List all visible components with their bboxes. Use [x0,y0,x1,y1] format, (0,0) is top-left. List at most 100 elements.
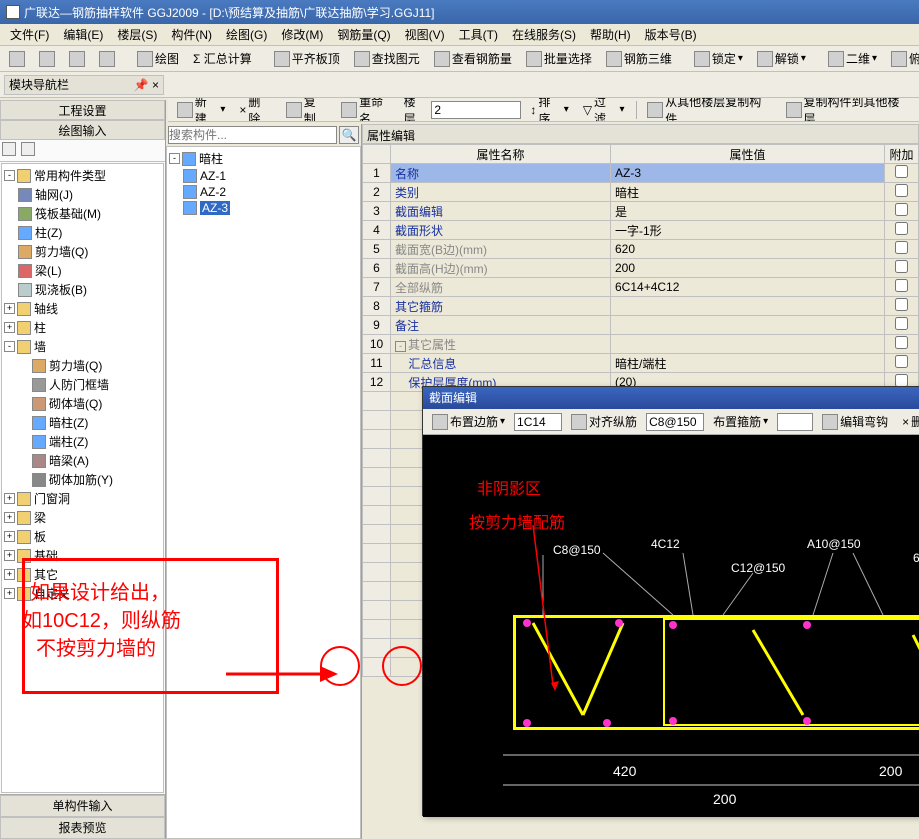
prop-value[interactable]: 620 [611,240,885,259]
prop-value[interactable]: 暗柱 [611,183,885,202]
edge-input[interactable] [514,413,562,431]
property-row[interactable]: 1名称AZ-3 [363,164,919,183]
collapse-icon[interactable]: - [4,341,15,352]
menu-version[interactable]: 版本号(B) [639,24,703,45]
expand-icon[interactable]: + [4,493,15,504]
tree-item[interactable]: 梁(L) [4,261,161,280]
property-row[interactable]: 6截面高(H边)(mm)200 [363,259,919,278]
expand-icon[interactable]: + [4,588,15,599]
draw-header[interactable]: 绘图输入 [0,120,165,140]
stirrup-input[interactable] [777,413,813,431]
tree-item[interactable]: 柱(Z) [4,223,161,242]
tb-lock[interactable]: 锁定▾ [689,47,748,70]
property-row[interactable]: 2类别暗柱 [363,183,919,202]
prop-extra[interactable] [885,240,919,259]
btn-align[interactable]: 对齐纵筋 [566,410,642,433]
menu-online[interactable]: 在线服务(S) [506,24,582,45]
prop-value[interactable]: 是 [611,202,885,221]
tb-side[interactable]: 俯视 [886,47,919,70]
menu-help[interactable]: 帮助(H) [584,24,637,45]
prop-extra[interactable] [885,202,919,221]
menu-edit[interactable]: 编辑(E) [57,24,109,45]
tree-group[interactable]: -墙 [4,337,161,356]
collapse-icon[interactable]: - [4,170,15,181]
prop-value[interactable] [611,297,885,316]
expand-icon[interactable]: + [4,322,15,333]
btn-rename[interactable]: 重命名 [336,98,399,122]
tree-item[interactable]: 现浇板(B) [4,280,161,299]
property-row[interactable]: 10-其它属性 [363,335,919,354]
prop-extra[interactable] [885,221,919,240]
expand-icon[interactable]: + [4,531,15,542]
btn-stirrup[interactable]: 布置箍筋▾ [708,410,773,433]
tb-tri[interactable]: 钢筋三维 [601,47,677,70]
tb-unlock[interactable]: 解锁▾ [752,47,811,70]
menu-component[interactable]: 构件(N) [165,24,218,45]
btn-delete[interactable]: × 删除 [234,98,277,122]
tree-group[interactable]: +柱 [4,318,161,337]
tree-item[interactable]: 砌体加筋(Y) [4,470,161,489]
menu-draw[interactable]: 绘图(G) [220,24,273,45]
prop-value[interactable]: AZ-3 [611,164,885,183]
expand-icon[interactable]: + [4,512,15,523]
component-tree[interactable]: -暗柱 AZ-1 AZ-2 AZ-3 [166,146,361,839]
expand-icon[interactable]: + [4,550,15,561]
prop-value[interactable] [611,335,885,354]
extra-checkbox[interactable] [895,336,908,349]
tree-item[interactable]: 剪力墙(Q) [4,356,161,375]
property-row[interactable]: 9备注 [363,316,919,335]
tb-2d[interactable]: 二维▾ [823,47,882,70]
prop-extra[interactable] [885,278,919,297]
section-editor-window[interactable]: 截面编辑 布置边筋▾ 对齐纵筋 布置箍筋▾ 编辑弯钩 × 删除 标注▾ 非阴影区… [422,386,919,816]
property-row[interactable]: 4截面形状一字-1形 [363,221,919,240]
single-input-btn[interactable]: 单构件输入 [0,795,165,817]
expand-icon[interactable] [21,142,35,156]
tb-flat[interactable]: 平齐板顶 [269,47,345,70]
tree-item[interactable]: 暗梁(A) [4,451,161,470]
menu-floor[interactable]: 楼层(S) [111,24,163,45]
property-row[interactable]: 7全部纵筋6C14+4C12 [363,278,919,297]
btn-filter[interactable]: ▽ 过滤▾ [578,98,630,122]
prop-value[interactable]: 6C14+4C12 [611,278,885,297]
tree-item-selected[interactable]: 暗柱(Z) [4,413,161,432]
expand-icon[interactable]: + [4,569,15,580]
prop-extra[interactable] [885,297,919,316]
tb-save[interactable] [34,48,60,70]
extra-checkbox[interactable] [895,260,908,273]
floor-input[interactable] [431,101,521,119]
align-input[interactable] [646,413,704,431]
prop-extra[interactable] [885,164,919,183]
extra-checkbox[interactable] [895,222,908,235]
tb-batch[interactable]: 批量选择 [521,47,597,70]
prop-value[interactable] [611,316,885,335]
extra-checkbox[interactable] [895,355,908,368]
prop-value[interactable]: 200 [611,259,885,278]
tb-sum[interactable]: Σ 汇总计算 [188,47,257,70]
tree-group[interactable]: +轴线 [4,299,161,318]
prop-extra[interactable] [885,354,919,373]
search-input[interactable] [168,126,337,144]
menu-modify[interactable]: 修改(M) [275,24,329,45]
property-row[interactable]: 8其它箍筋 [363,297,919,316]
extra-checkbox[interactable] [895,184,908,197]
extra-checkbox[interactable] [895,165,908,178]
collapse-icon[interactable]: - [169,153,180,164]
btn-copyfrom[interactable]: 从其他楼层复制构件 [642,98,776,122]
pin-icon[interactable]: 📌 × [134,77,159,93]
btn-edge[interactable]: 布置边筋▾ [427,410,510,433]
report-btn[interactable]: 报表预览 [0,817,165,839]
search-button[interactable]: 🔍 [339,126,359,144]
type-tree[interactable]: -常用构件类型 轴网(J) 筏板基础(M) 柱(Z) 剪力墙(Q) 梁(L) 现… [1,163,164,793]
tree-group[interactable]: +梁 [4,508,161,527]
tree-group[interactable]: +门窗洞 [4,489,161,508]
prop-extra[interactable] [885,259,919,278]
btn-copy[interactable]: 复制 [281,98,332,122]
menu-tools[interactable]: 工具(T) [453,24,504,45]
prop-extra[interactable] [885,316,919,335]
section-canvas[interactable]: 非阴影区 按剪力墙配筋 C8@150 4C12 C12@150 A10@150 … [423,435,919,817]
comp-tree-root[interactable]: -暗柱 [169,149,358,168]
tree-item[interactable]: 砌体墙(Q) [4,394,161,413]
tb-undo[interactable] [64,48,90,70]
section-title[interactable]: 截面编辑 [423,387,919,409]
tb-open[interactable] [4,48,30,70]
